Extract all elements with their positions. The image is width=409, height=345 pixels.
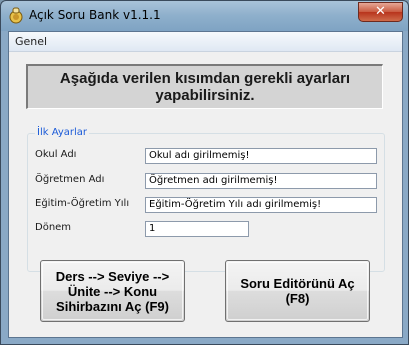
info-banner: Aşağıda verilen kısımdan gerekli ayarlar…	[26, 64, 383, 109]
settings-group-title: İlk Ayarlar	[35, 127, 90, 138]
term-field[interactable]: 1	[145, 221, 249, 237]
window-title: Açık Soru Bank v1.1.1	[29, 8, 161, 22]
academic-year-field[interactable]: Eğitim-Öğretim Yılı adı girilmemiş!	[145, 197, 377, 213]
school-name-label: Okul Adı	[35, 149, 77, 160]
academic-year-label: Eğitim-Öğretim Yılı	[35, 198, 130, 209]
open-editor-button[interactable]: Soru Editörünü Aç (F8)	[225, 260, 370, 322]
title-bar[interactable]: Açık Soru Bank v1.1.1 ✕	[1, 1, 408, 31]
term-label: Dönem	[35, 222, 72, 233]
open-wizard-label: Ders --> Seviye --> Ünite --> Konu Sihir…	[55, 269, 170, 314]
menu-bar: Genel	[9, 32, 402, 52]
teacher-name-field[interactable]: Öğretmen adı girilmemiş!	[145, 173, 377, 189]
close-icon: ✕	[375, 4, 386, 19]
open-editor-label: Soru Editörünü Aç (F8)	[240, 276, 355, 306]
app-window: Açık Soru Bank v1.1.1 ✕ Genel Aşağıda ve…	[0, 0, 409, 345]
app-icon	[9, 7, 23, 24]
teacher-name-label: Öğretmen Adı	[35, 174, 105, 185]
menu-item-genel[interactable]: Genel	[15, 35, 47, 48]
open-wizard-button[interactable]: Ders --> Seviye --> Ünite --> Konu Sihir…	[40, 260, 185, 322]
school-name-field[interactable]: Okul adı girilmemiş!	[145, 148, 377, 164]
close-button[interactable]: ✕	[358, 2, 403, 22]
banner-text: Aşağıda verilen kısımdan gerekli ayarlar…	[59, 70, 351, 104]
client-area: Genel Aşağıda verilen kısımdan gerekli a…	[8, 31, 403, 338]
